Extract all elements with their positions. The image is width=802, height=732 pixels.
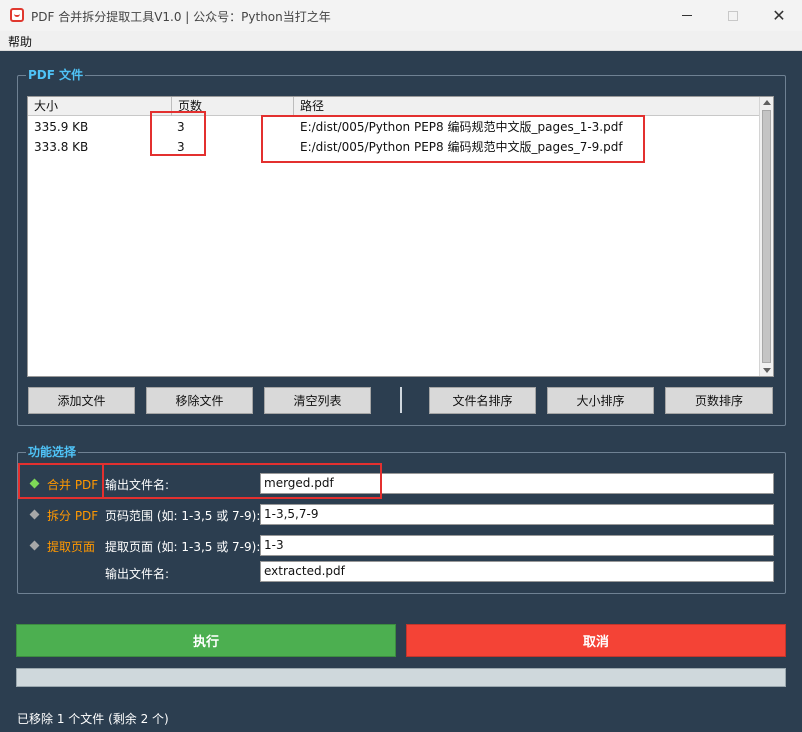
close-button[interactable]: ✕ — [756, 0, 802, 31]
column-pages[interactable]: 页数 — [172, 97, 294, 116]
scroll-down-icon[interactable] — [763, 368, 771, 373]
minimize-icon — [682, 15, 692, 16]
column-size[interactable]: 大小 — [28, 97, 172, 116]
progress-bar — [16, 668, 786, 687]
cell-pages: 3 — [177, 140, 185, 154]
pdf-app-icon — [10, 8, 24, 22]
maximize-button[interactable] — [710, 0, 756, 31]
cell-size: 335.9 KB — [34, 120, 89, 134]
table-row[interactable]: 333.8 KB 3 E:/dist/005/Python PEP8 编码规范中… — [28, 137, 759, 157]
maximize-icon — [728, 10, 738, 21]
cell-path: E:/dist/005/Python PEP8 编码规范中文版_pages_7-… — [300, 140, 623, 154]
window-title: PDF 合并拆分提取工具V1.0 | 公众号：Python当打之年 — [31, 10, 331, 24]
merge-pdf-radio[interactable]: 合并 PDF — [47, 476, 98, 493]
function-group-title: 功能选择 — [26, 445, 79, 459]
scroll-thumb[interactable] — [762, 110, 771, 363]
split-range-label: 页码范围 (如: 1-3,5 或 7-9): — [105, 509, 261, 523]
run-button[interactable]: 执行 — [16, 624, 396, 657]
cell-size: 333.8 KB — [34, 140, 89, 154]
menu-bar: 帮助 — [0, 31, 802, 51]
sort-by-name-button[interactable]: 文件名排序 — [429, 387, 536, 414]
file-list[interactable]: 大小 页数 路径 335.9 KB 3 E:/dist/005/Python P… — [27, 96, 774, 377]
vertical-scrollbar[interactable] — [759, 97, 773, 376]
scroll-up-icon[interactable] — [763, 100, 771, 105]
extract-pages-radio[interactable]: 提取页面 — [47, 538, 95, 555]
title-bar: PDF 合并拆分提取工具V1.0 | 公众号：Python当打之年 ✕ — [0, 0, 802, 31]
sort-by-pages-button[interactable]: 页数排序 — [665, 387, 773, 414]
extract-pages-label: 提取页面 (如: 1-3,5 或 7-9): — [105, 540, 261, 554]
merge-output-label: 输出文件名: — [105, 478, 170, 492]
cell-path: E:/dist/005/Python PEP8 编码规范中文版_pages_1-… — [300, 120, 623, 134]
file-list-header: 大小 页数 路径 — [28, 97, 759, 116]
cancel-button[interactable]: 取消 — [406, 624, 786, 657]
status-text: 已移除 1 个文件 (剩余 2 个) — [17, 712, 169, 726]
split-range-field[interactable]: 1-3,5,7-9 — [260, 504, 774, 525]
merge-output-field[interactable]: merged.pdf — [260, 473, 774, 494]
add-file-button[interactable]: 添加文件 — [28, 387, 135, 414]
split-pdf-radio[interactable]: 拆分 PDF — [47, 507, 98, 524]
sort-by-size-button[interactable]: 大小排序 — [547, 387, 654, 414]
menu-help[interactable]: 帮助 — [8, 33, 32, 50]
remove-file-button[interactable]: 移除文件 — [146, 387, 253, 414]
extract-output-label: 输出文件名: — [105, 567, 170, 581]
pdf-files-group-title: PDF 文件 — [26, 68, 86, 82]
table-row[interactable]: 335.9 KB 3 E:/dist/005/Python PEP8 编码规范中… — [28, 117, 759, 137]
cell-pages: 3 — [177, 120, 185, 134]
extract-output-field[interactable]: extracted.pdf — [260, 561, 774, 582]
column-path[interactable]: 路径 — [294, 97, 759, 116]
extract-pages-field[interactable]: 1-3 — [260, 535, 774, 556]
clear-list-button[interactable]: 清空列表 — [264, 387, 371, 414]
button-separator — [400, 387, 402, 413]
minimize-button[interactable] — [664, 0, 710, 31]
